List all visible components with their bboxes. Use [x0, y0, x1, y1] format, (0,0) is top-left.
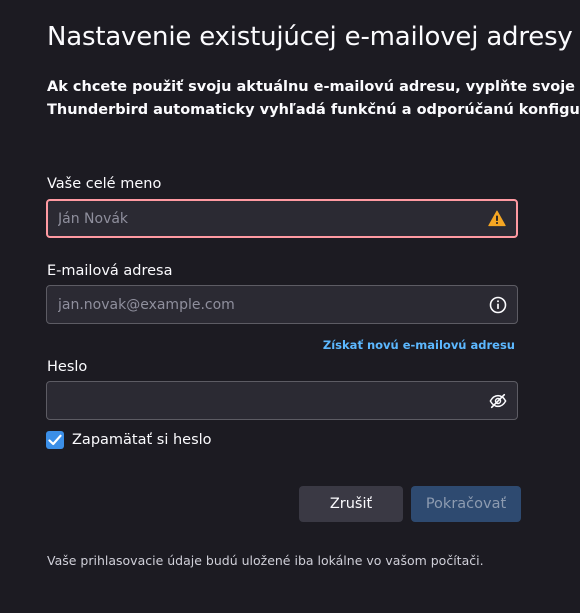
- full-name-label: Vaše celé meno: [47, 176, 162, 192]
- info-icon[interactable]: [489, 296, 507, 314]
- intro-text: Ak chcete použiť svoju aktuálnu e-mailov…: [47, 76, 580, 122]
- intro-line-2: Thunderbird automaticky vyhľadá funkčnú …: [47, 102, 580, 118]
- continue-button[interactable]: Pokračovať: [411, 486, 521, 522]
- password-label: Heslo: [47, 359, 88, 375]
- full-name-input[interactable]: [48, 201, 516, 236]
- eye-slash-icon[interactable]: [489, 392, 507, 410]
- remember-password-label[interactable]: Zapamätať si heslo: [72, 432, 212, 448]
- remember-password-checkbox[interactable]: [46, 431, 64, 449]
- remember-password-row[interactable]: Zapamätať si heslo: [46, 431, 212, 449]
- account-setup-page: Nastavenie existujúcej e-mailovej adresy…: [0, 0, 580, 613]
- email-label: E-mailová adresa: [47, 263, 173, 279]
- email-input[interactable]: [47, 286, 517, 323]
- get-new-email-link[interactable]: Získať novú e-mailovú adresu: [323, 338, 515, 352]
- intro-line-1: Ak chcete použiť svoju aktuálnu e-mailov…: [47, 79, 580, 95]
- page-title: Nastavenie existujúcej e-mailovej adresy: [47, 22, 573, 52]
- local-storage-note: Vaše prihlasovacie údaje budú uložené ib…: [47, 553, 484, 568]
- full-name-field-wrapper: [46, 199, 518, 238]
- warning-icon: [488, 210, 506, 228]
- cancel-button[interactable]: Zrušiť: [299, 486, 403, 522]
- email-field-wrapper: [46, 285, 518, 324]
- checkmark-icon: [48, 434, 62, 446]
- password-field-wrapper: [46, 381, 518, 420]
- password-input[interactable]: [47, 382, 517, 419]
